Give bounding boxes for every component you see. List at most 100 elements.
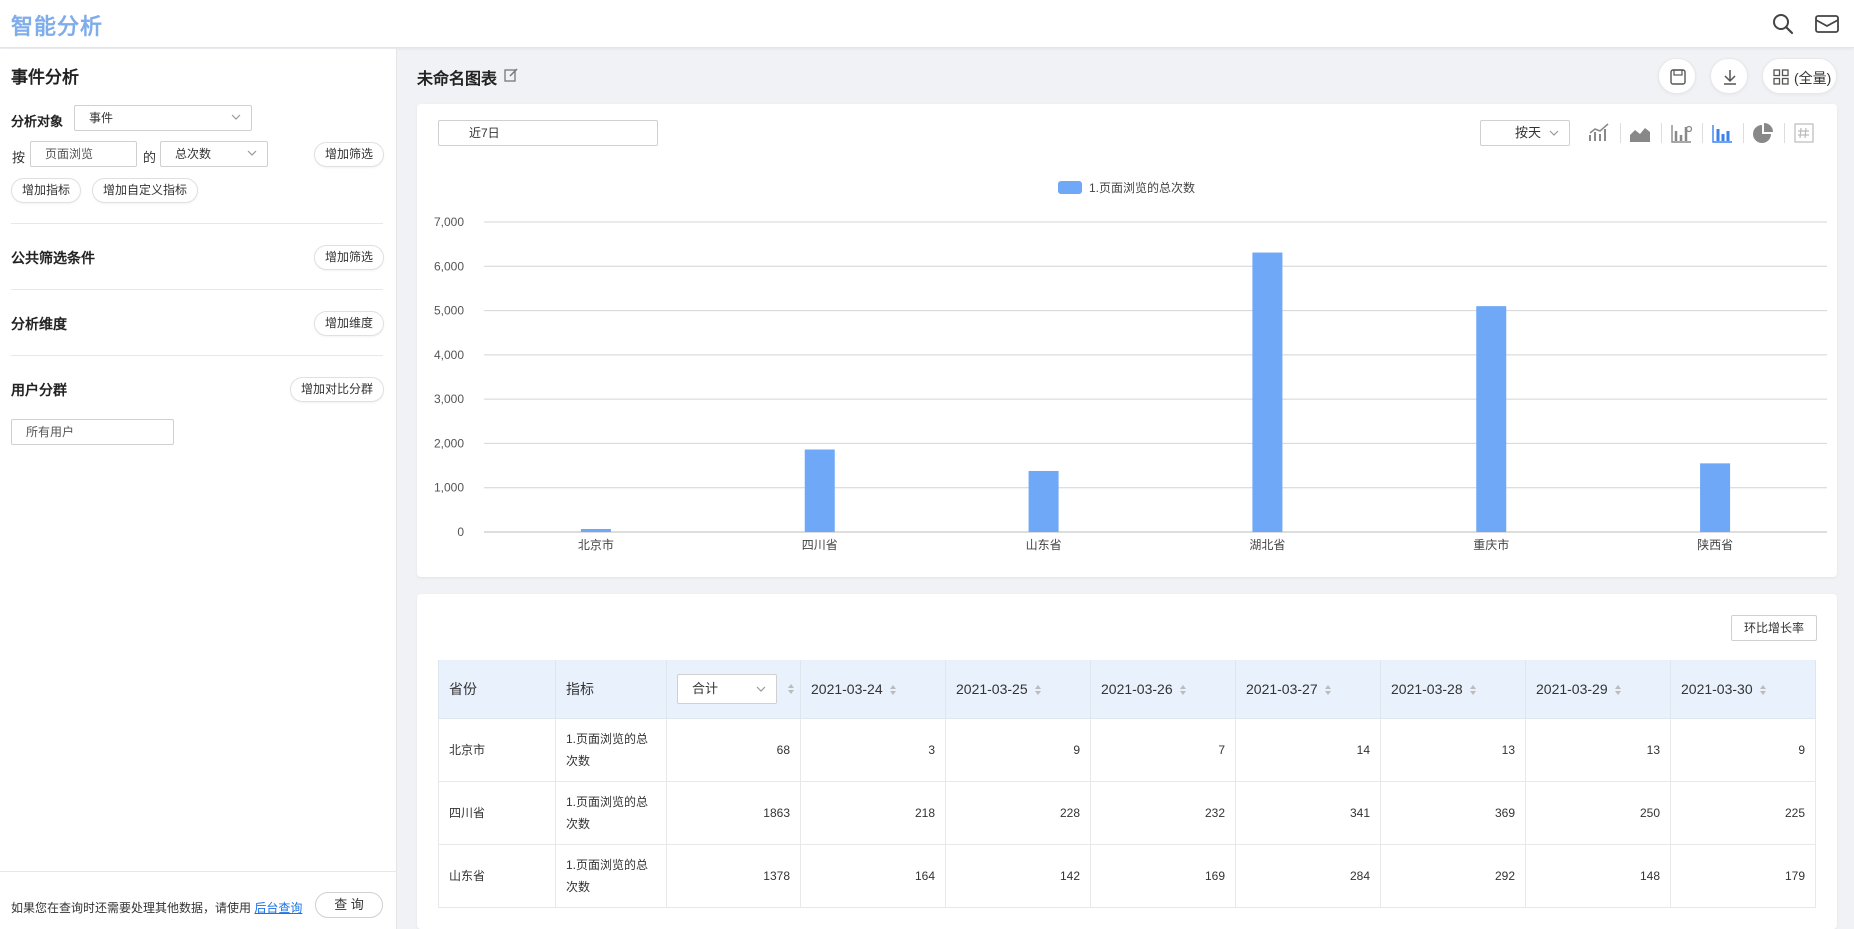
table-number-icon[interactable] [1792,121,1816,145]
grid-icon [1773,69,1789,85]
table-row: 山东省 1.页面浏览的总次数 1378 164 142 169 284 292 148 179 [438,843,1816,908]
divider [11,289,383,290]
th-total: 合计 [666,660,801,719]
metric-select[interactable]: 总次数 [160,141,268,167]
download-button[interactable] [1710,58,1748,94]
pie-chart-icon[interactable] [1751,121,1775,145]
bar[interactable] [1252,252,1283,533]
add-custom-metric-button[interactable]: 增加自定义指标 [92,178,199,203]
th-date-label: 2021-03-28 [1391,680,1463,697]
query-button[interactable]: 查 询 [315,892,383,918]
cell-value: 9 [1670,717,1816,782]
bar[interactable] [1700,463,1731,532]
th-date: 2021-03-29 [1525,660,1671,719]
date-range-input[interactable]: 近7日 [438,120,658,146]
edit-icon[interactable] [503,67,519,83]
cell-value: 142 [945,843,1091,908]
sort-icon[interactable] [1759,684,1767,696]
legend-item[interactable]: 1.页面浏览的总次数 [1058,180,1195,195]
ratio-button[interactable]: 环比增长率 [1731,615,1817,641]
search-icon[interactable] [1770,11,1796,37]
cell-value: 225 [1670,780,1816,845]
chevron-down-icon [756,686,766,692]
download-icon [1724,70,1736,85]
th-date-label: 2021-03-26 [1101,680,1173,697]
save-icon [1670,69,1686,85]
cell-value: 228 [945,780,1091,845]
bar[interactable] [580,528,611,532]
public-filter-title: 公共筛选条件 [11,250,95,266]
sort-icon[interactable] [1324,684,1332,696]
cell-province: 北京市 [438,717,556,782]
segment-input[interactable]: 所有用户 [11,419,174,445]
analysis-target-label: 分析对象 [11,114,64,129]
add-dimension-button[interactable]: 增加维度 [314,311,385,336]
cell-metric: 1.页面浏览的总次数 [555,717,667,782]
sort-icon[interactable] [1179,684,1187,696]
bar[interactable] [1476,306,1507,532]
separator [1661,123,1662,143]
table-row: 北京市 1.页面浏览的总次数 68 3 9 7 14 13 13 9 [438,717,1816,782]
cell-value: 232 [1090,780,1236,845]
top-bar: 智能分析 [0,0,1854,48]
x-tick-label: 湖北省 [1249,537,1285,552]
sort-icon[interactable] [787,683,795,695]
th-date: 2021-03-27 [1235,660,1381,719]
event-input[interactable]: 页面浏览 [30,141,137,167]
line-chart-icon[interactable] [1587,121,1611,145]
divider [11,223,383,224]
dimension-title: 分析维度 [11,316,67,332]
granularity-select[interactable]: 按天 [1480,120,1570,146]
th-metric: 指标 [555,660,667,719]
sort-icon[interactable] [1614,684,1622,696]
footer-note-text: 如果您在查询时还需要处理其他数据，请使用 [11,901,252,915]
chevron-down-icon [1549,130,1559,136]
public-add-filter-button[interactable]: 增加筛选 [314,245,385,270]
granularity-value: 按天 [1515,125,1542,140]
bar[interactable] [1028,470,1059,532]
y-tick-label: 2,000 [434,436,464,450]
combo-chart-icon[interactable] [1669,121,1693,145]
panel-title: 事件分析 [11,68,79,87]
x-tick-label: 四川省 [802,538,838,552]
add-metric-button[interactable]: 增加指标 [11,178,82,203]
cell-value: 3 [800,717,946,782]
th-date: 2021-03-30 [1670,660,1816,719]
cell-province: 山东省 [438,843,556,908]
table-card: 环比增长率 省份 指标 合计 2021-03-24 2021-03-25 2021-… [417,594,1837,929]
y-tick-label: 6,000 [434,259,464,273]
of-label: 的 [143,150,157,165]
sort-icon[interactable] [889,684,897,696]
chart-card: 近7日 按天 1.页面浏览的总次数 0 1,000 2,000 3,000 4,000 5… [417,104,1837,577]
total-select[interactable]: 合计 [677,673,777,704]
x-tick-label: 山东省 [1026,538,1062,552]
x-tick-label: 重庆市 [1473,537,1509,552]
chevron-down-icon [231,114,241,120]
backend-query-link[interactable]: 后台查询 [254,901,302,915]
separator [1743,123,1744,143]
sort-icon[interactable] [1034,684,1042,696]
data-table: 省份 指标 合计 2021-03-24 2021-03-25 2021-03-26 2… [438,660,1816,908]
cell-total: 1863 [666,780,801,845]
y-tick-label: 5,000 [434,304,464,318]
area-chart-icon[interactable] [1628,121,1652,145]
cell-value: 164 [800,843,946,908]
save-button[interactable] [1658,58,1696,94]
cell-value: 179 [1670,843,1816,908]
th-date: 2021-03-28 [1380,660,1526,719]
mail-icon[interactable] [1814,11,1840,37]
add-segment-button[interactable]: 增加对比分群 [290,377,385,402]
y-tick-label: 3,000 [434,392,464,406]
add-filter-button[interactable]: 增加筛选 [314,142,385,167]
bar[interactable] [804,449,835,532]
th-province: 省份 [438,660,556,719]
cell-value: 7 [1090,717,1236,782]
divider [11,355,383,356]
cell-value: 169 [1090,843,1236,908]
fullscreen-button[interactable]: (全量) [1762,58,1837,94]
bar-chart-icon[interactable] [1710,121,1734,145]
analysis-target-select[interactable]: 事件 [74,105,252,131]
th-date: 2021-03-26 [1090,660,1236,719]
cell-value: 250 [1525,780,1671,845]
sort-icon[interactable] [1469,684,1477,696]
